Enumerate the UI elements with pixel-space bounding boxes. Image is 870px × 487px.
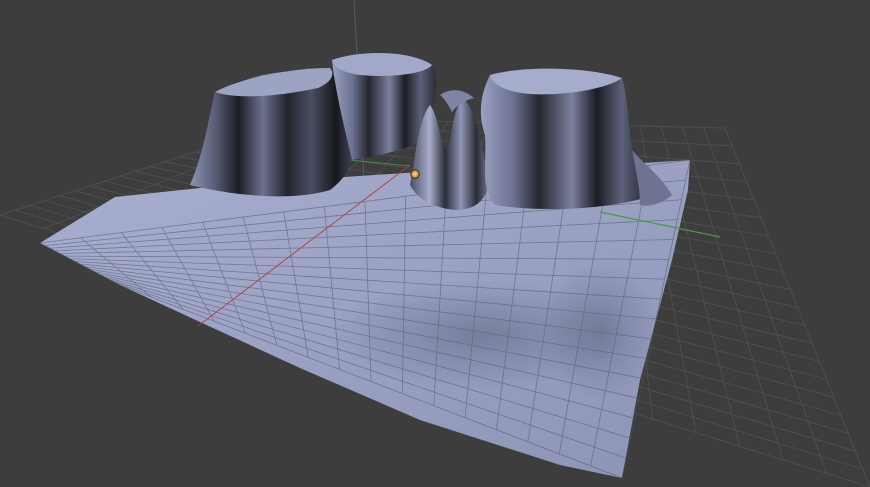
viewport-canvas[interactable] <box>0 0 870 487</box>
y-axis-line-back <box>349 159 411 167</box>
object-origin-marker[interactable] <box>410 169 420 179</box>
grid-line <box>682 126 784 460</box>
grid-line <box>703 127 827 474</box>
3d-viewport[interactable] <box>0 0 870 487</box>
terrain-depression-2 <box>540 260 660 400</box>
